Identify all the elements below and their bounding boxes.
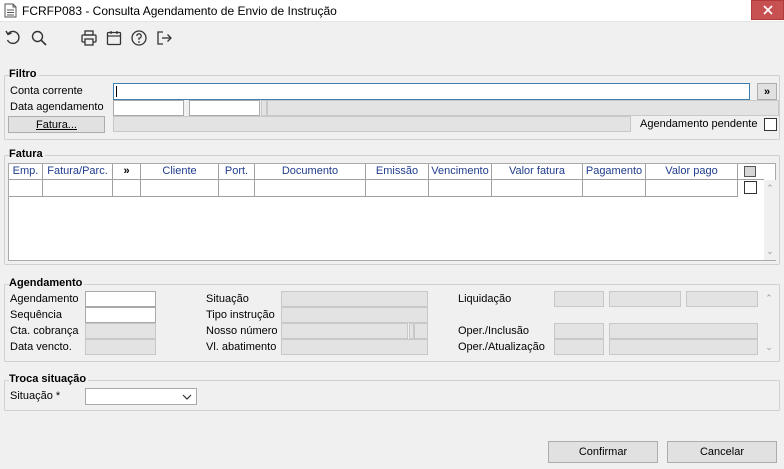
- select-all-checkbox[interactable]: [744, 166, 756, 177]
- fatura-button[interactable]: Fatura...: [8, 116, 105, 133]
- col-emp[interactable]: Emp.: [9, 164, 43, 180]
- data-vencto-label: Data vencto.: [10, 341, 72, 353]
- vl-abatimento-field: [281, 339, 428, 355]
- window-title: FCRFP083 - Consulta Agendamento de Envio…: [22, 4, 337, 18]
- fatura-legend: Fatura: [9, 148, 45, 160]
- help-icon[interactable]: [128, 27, 150, 49]
- scroll-down-icon[interactable]: ⌄: [763, 342, 775, 352]
- agendamento-pendente-checkbox[interactable]: [764, 118, 777, 131]
- calendar-icon[interactable]: [103, 27, 125, 49]
- data-agendamento-info: [267, 100, 779, 116]
- troca-situacao-label: Situação *: [10, 390, 61, 402]
- title-bar: FCRFP083 - Consulta Agendamento de Envio…: [0, 0, 784, 22]
- col-vencimento[interactable]: Vencimento: [429, 164, 492, 180]
- situacao-label: Situação: [206, 293, 249, 305]
- filtro-legend: Filtro: [9, 68, 39, 80]
- agendamento-pendente-label: Agendamento pendente: [640, 118, 758, 130]
- liquidacao-field-2: [609, 291, 681, 307]
- scroll-down-icon[interactable]: ⌄: [764, 246, 776, 256]
- data-vencto-field: [85, 339, 156, 355]
- cancelar-button[interactable]: Cancelar: [667, 441, 777, 463]
- nosso-numero-label: Nosso número: [206, 325, 278, 337]
- data-agendamento-ate-input[interactable]: [189, 100, 260, 116]
- grid-cell[interactable]: [9, 180, 43, 197]
- conta-corrente-lookup-button[interactable]: »: [757, 83, 777, 100]
- search-icon[interactable]: [28, 27, 50, 49]
- sequencia-input[interactable]: [85, 307, 156, 323]
- grid-vertical-scrollbar[interactable]: ⌃ ⌄: [764, 180, 776, 260]
- agendamento-vertical-scrollbar[interactable]: ⌃ ⌄: [763, 290, 775, 356]
- col-port[interactable]: Port.: [219, 164, 255, 180]
- close-icon: [762, 5, 773, 15]
- grid-cell[interactable]: [113, 180, 141, 197]
- exit-icon[interactable]: [153, 27, 175, 49]
- col-valor-fatura[interactable]: Valor fatura: [492, 164, 583, 180]
- oper-inclusao-label: Oper./Inclusão: [458, 325, 529, 337]
- agendamento-legend: Agendamento: [9, 277, 85, 289]
- close-button[interactable]: [751, 0, 784, 20]
- grid-cell[interactable]: [141, 180, 219, 197]
- data-agendamento-label: Data agendamento: [10, 101, 104, 113]
- oper-atualizacao-label: Oper./Atualização: [458, 341, 545, 353]
- scroll-up-icon[interactable]: ⌃: [763, 293, 775, 303]
- situacao-select[interactable]: [85, 388, 197, 405]
- oper-atualizacao-field-2: [609, 339, 758, 355]
- liquidacao-label: Liquidação: [458, 293, 512, 305]
- text-cursor: [116, 86, 117, 97]
- data-agendamento-de-input[interactable]: [113, 100, 184, 116]
- nosso-numero-digit: [414, 323, 428, 339]
- grid-cell[interactable]: [646, 180, 738, 197]
- confirmar-button[interactable]: Confirmar: [548, 441, 658, 463]
- document-icon: [4, 3, 17, 18]
- fatura-grid[interactable]: Emp. Fatura/Parc. » Cliente Port. Docume…: [8, 163, 776, 261]
- grid-cell[interactable]: [492, 180, 583, 197]
- cta-cobranca-field: [85, 323, 156, 339]
- grid-cell[interactable]: [429, 180, 492, 197]
- grid-cell[interactable]: [738, 180, 764, 197]
- col-documento[interactable]: Documento: [255, 164, 366, 180]
- sequencia-label: Sequência: [10, 309, 62, 321]
- agendamento-label: Agendamento: [10, 293, 79, 305]
- nosso-numero-field: [281, 323, 408, 339]
- col-emissao[interactable]: Emissão: [366, 164, 429, 180]
- col-valor-pago[interactable]: Valor pago: [646, 164, 738, 180]
- conta-corrente-label: Conta corrente: [10, 85, 83, 97]
- toolbar: [0, 22, 784, 54]
- fatura-display: [113, 116, 631, 132]
- tipo-instrucao-field: [281, 307, 428, 323]
- grid-cell[interactable]: [255, 180, 366, 197]
- vl-abatimento-label: Vl. abatimento: [206, 341, 277, 353]
- grid-cell[interactable]: [583, 180, 646, 197]
- liquidacao-field-1: [554, 291, 604, 307]
- undo-icon[interactable]: [2, 27, 24, 49]
- grid-cell[interactable]: [366, 180, 429, 197]
- col-expand[interactable]: »: [113, 164, 141, 180]
- agendamento-input[interactable]: [85, 291, 156, 307]
- row-select-checkbox[interactable]: [744, 181, 757, 194]
- situacao-field: [281, 291, 428, 307]
- col-cliente[interactable]: Cliente: [141, 164, 219, 180]
- col-fatura-parc[interactable]: Fatura/Parc.: [43, 164, 113, 180]
- tipo-instrucao-label: Tipo instrução: [206, 309, 275, 321]
- col-select-all[interactable]: [738, 164, 764, 180]
- print-icon[interactable]: [78, 27, 100, 49]
- scroll-up-icon[interactable]: ⌃: [764, 183, 776, 193]
- cta-cobranca-label: Cta. cobrança: [10, 325, 79, 337]
- oper-inclusao-field-2: [609, 323, 758, 339]
- oper-atualizacao-field-1: [554, 339, 604, 355]
- fatura-button-label: Fatura...: [36, 118, 77, 131]
- troca-situacao-legend: Troca situação: [9, 373, 89, 385]
- col-pagamento[interactable]: Pagamento: [583, 164, 646, 180]
- oper-inclusao-field-1: [554, 323, 604, 339]
- conta-corrente-input[interactable]: [113, 83, 750, 100]
- chevron-down-icon: [182, 394, 192, 400]
- grid-cell[interactable]: [219, 180, 255, 197]
- grid-cell[interactable]: [43, 180, 113, 197]
- liquidacao-field-3: [686, 291, 758, 307]
